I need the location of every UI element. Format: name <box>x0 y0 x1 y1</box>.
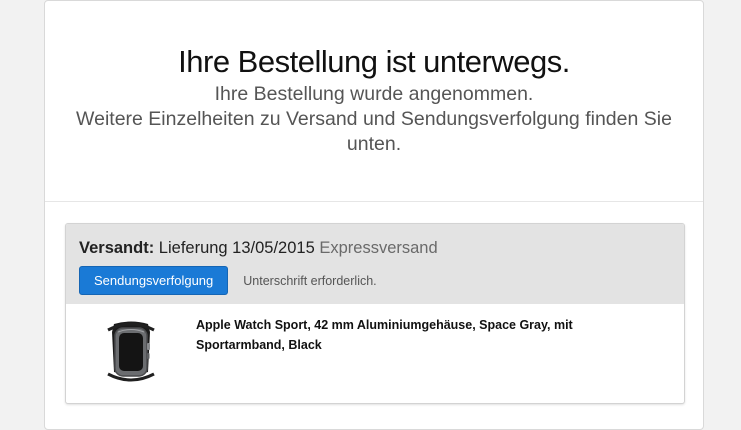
product-name: Apple Watch Sport, 42 mm Aluminiumgehäus… <box>196 318 573 352</box>
shipment-actions: Sendungsverfolgung Unterschrift erforder… <box>79 266 684 295</box>
shipment-header: Versandt: Lieferung 13/05/2015 Expressve… <box>66 224 684 304</box>
signature-required-note: Unterschrift erforderlich. <box>243 273 377 288</box>
shipping-details-text: Weitere Einzelheiten zu Versand und Send… <box>76 108 672 155</box>
page-title: Ihre Bestellung ist unterwegs. <box>178 44 570 79</box>
shipment-panel: Versandt: Lieferung 13/05/2015 Expressve… <box>65 223 685 404</box>
order-item: Apple Watch Sport, 42 mm Aluminiumgehäus… <box>66 304 684 386</box>
shipped-label: Versandt: <box>79 239 155 257</box>
delivery-date: Lieferung 13/05/2015 <box>158 239 315 257</box>
shipping-method: Expressversand <box>319 239 438 257</box>
apple-watch-image <box>107 321 155 382</box>
order-accepted-text: Ihre Bestellung wurde angenommen. <box>214 83 534 105</box>
shipment-status-line: Versandt: Lieferung 13/05/2015 Expressve… <box>79 238 684 258</box>
product-image <box>66 318 196 386</box>
track-shipment-button[interactable]: Sendungsverfolgung <box>79 266 229 295</box>
order-card: Ihre Bestellung ist unterwegs. Ihre Best… <box>44 0 704 430</box>
order-status-header: Ihre Bestellung ist unterwegs. Ihre Best… <box>45 1 703 202</box>
